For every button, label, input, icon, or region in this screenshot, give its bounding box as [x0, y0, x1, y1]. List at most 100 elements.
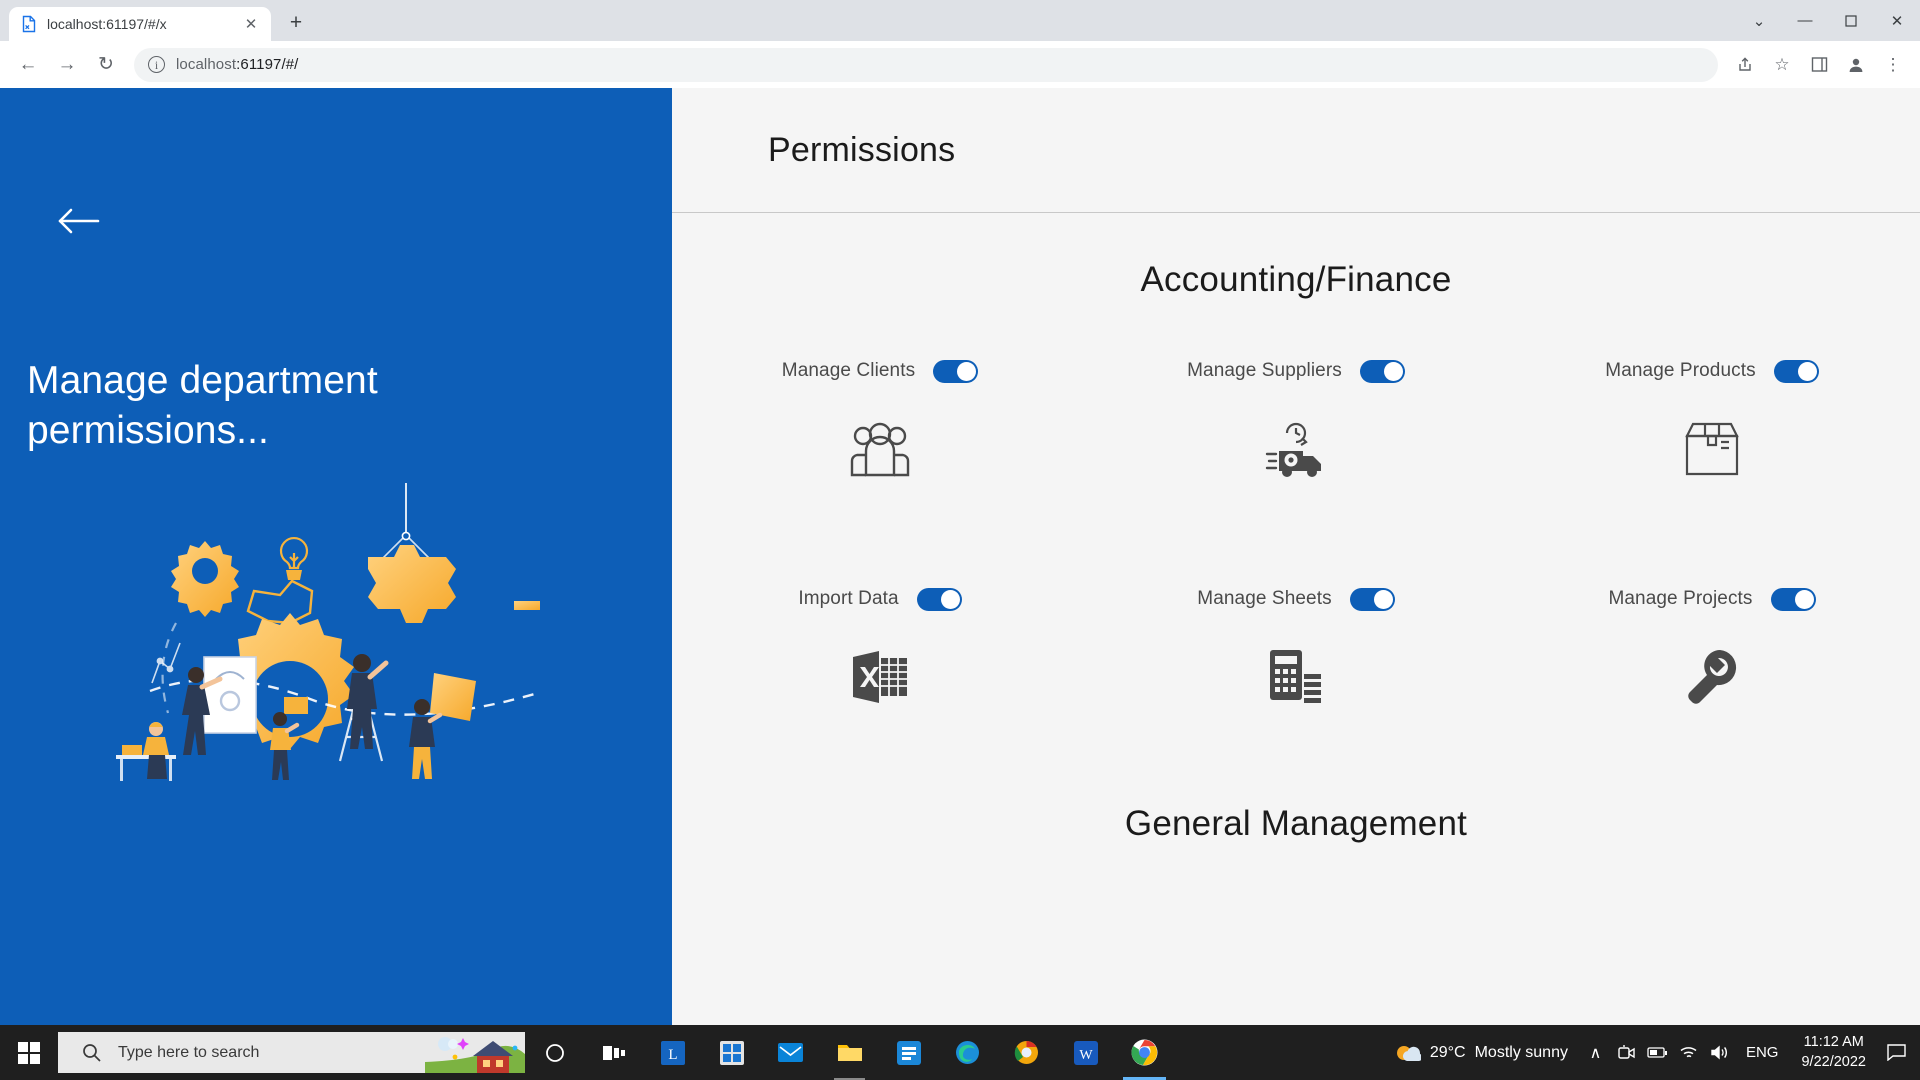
- weather-temperature: 29°C: [1429, 1043, 1466, 1061]
- cortana-icon[interactable]: [525, 1025, 584, 1080]
- search-illustration: [425, 1032, 525, 1073]
- page-title: Permissions: [768, 130, 956, 169]
- permission-item: Manage Clients: [672, 356, 1088, 480]
- mail-icon[interactable]: [761, 1025, 820, 1080]
- permissions-grid: Manage Clients Manage Suppliers Manage P…: [672, 356, 1920, 708]
- permission-item: Manage Projects: [1504, 584, 1920, 708]
- section-title-accounting: Accounting/Finance: [1140, 260, 1452, 299]
- page-viewport: Manage department permissions... Permiss…: [0, 88, 1920, 1055]
- permissions-panel: Permissions Accounting/Finance Manage Cl…: [672, 88, 1920, 1055]
- back-arrow-button[interactable]: [48, 198, 108, 244]
- url-text: localhost:61197/#/: [176, 56, 298, 73]
- permission-label: Manage Projects: [1608, 588, 1753, 609]
- microsoft-store-icon[interactable]: [702, 1025, 761, 1080]
- word-icon[interactable]: W: [1056, 1025, 1115, 1080]
- search-placeholder: Type here to search: [118, 1043, 260, 1061]
- close-tab-icon[interactable]: ✕: [240, 13, 262, 35]
- page-header: Permissions: [672, 88, 1920, 213]
- new-tab-button[interactable]: +: [279, 6, 313, 40]
- permission-label: Manage Clients: [781, 360, 916, 381]
- tab-title: localhost:61197/#/x: [47, 16, 167, 32]
- profile-icon[interactable]: [1839, 48, 1873, 82]
- chevron-down-icon[interactable]: ⌄: [1736, 0, 1782, 41]
- language-indicator[interactable]: ENG: [1735, 1044, 1790, 1061]
- toggle-knob: [1383, 361, 1403, 381]
- permission-label: Manage Sheets: [1197, 588, 1332, 609]
- browser-tab[interactable]: localhost:61197/#/x ✕: [9, 7, 271, 41]
- back-icon[interactable]: ←: [10, 47, 46, 83]
- permission-label: Import Data: [798, 588, 899, 609]
- row-spacer: [672, 480, 1088, 584]
- window-controls: ⌄ — ✕: [1736, 0, 1920, 41]
- battery-icon[interactable]: [1642, 1025, 1673, 1080]
- row-spacer: [1088, 480, 1504, 584]
- bookmark-star-icon[interactable]: ☆: [1765, 48, 1799, 82]
- browser-toolbar: ← → ↻ i localhost:61197/#/ ☆ ⋮: [0, 41, 1920, 88]
- minimize-button[interactable]: —: [1782, 0, 1828, 41]
- google-chrome-icon[interactable]: [1115, 1025, 1174, 1080]
- toggle-knob: [940, 589, 960, 609]
- file-explorer-icon[interactable]: [820, 1025, 879, 1080]
- wifi-icon[interactable]: [1673, 1025, 1704, 1080]
- svg-text:W: W: [1079, 1048, 1093, 1063]
- delivery-truck-icon: [1265, 418, 1327, 480]
- permission-item: Manage Suppliers: [1088, 356, 1504, 480]
- task-view-icon[interactable]: [584, 1025, 643, 1080]
- permission-item: Manage Sheets: [1088, 584, 1504, 708]
- toggle-knob: [1373, 589, 1393, 609]
- blue-app-icon[interactable]: [879, 1025, 938, 1080]
- weather-condition: Mostly sunny: [1474, 1043, 1568, 1061]
- section-title-general: General Management: [1124, 804, 1468, 843]
- microsoft-edge-icon[interactable]: [938, 1025, 997, 1080]
- hero-heading: Manage department permissions...: [27, 359, 378, 453]
- search-icon: [83, 1044, 101, 1062]
- weather-icon: [1396, 1045, 1421, 1061]
- search-input[interactable]: Type here to search: [58, 1032, 525, 1073]
- permission-toggle[interactable]: [933, 359, 979, 383]
- maximize-button[interactable]: [1828, 0, 1874, 41]
- permission-toggle[interactable]: [1349, 587, 1395, 611]
- share-icon[interactable]: [1728, 48, 1762, 82]
- site-info-icon[interactable]: i: [148, 56, 165, 73]
- url-host: localhost: [176, 56, 237, 73]
- page-icon: [20, 15, 38, 33]
- permission-toggle[interactable]: [1770, 587, 1816, 611]
- url-path: :61197/#/: [236, 56, 299, 73]
- side-panel-icon[interactable]: [1802, 48, 1836, 82]
- address-bar[interactable]: i localhost:61197/#/: [134, 47, 1718, 82]
- reload-icon[interactable]: ↻: [88, 47, 124, 83]
- system-tray: 29°C Mostly sunny ∧ ENG 11:12 AM 9/22/20…: [1383, 1025, 1920, 1080]
- permission-item: Manage Products: [1504, 356, 1920, 480]
- browser-menu-icon[interactable]: ⋮: [1876, 48, 1910, 82]
- permission-toggle[interactable]: [1359, 359, 1405, 383]
- chrome-canary-icon[interactable]: [997, 1025, 1056, 1080]
- permission-item: Import Data: [672, 584, 1088, 708]
- app-l-icon[interactable]: L: [643, 1025, 702, 1080]
- windows-start-icon[interactable]: [0, 1025, 58, 1080]
- clock-date: 9/22/2022: [1801, 1053, 1866, 1070]
- wrench-icon: [1684, 646, 1740, 708]
- browser-window: localhost:61197/#/x ✕ + ⌄ — ✕ ← → ↻ i lo…: [0, 0, 1920, 1055]
- permission-toggle[interactable]: [1773, 359, 1819, 383]
- weather-widget[interactable]: 29°C Mostly sunny: [1383, 1042, 1580, 1064]
- tab-strip: localhost:61197/#/x ✕ + ⌄ — ✕: [0, 0, 1920, 41]
- people-group-icon: [849, 418, 911, 480]
- notification-icon[interactable]: [1878, 1025, 1914, 1080]
- left-hero-panel: Manage department permissions...: [0, 88, 672, 1055]
- close-window-button[interactable]: ✕: [1874, 0, 1920, 41]
- show-hidden-icons-chevron[interactable]: ∧: [1580, 1025, 1611, 1080]
- teamwork-gears-illustration: [110, 483, 540, 803]
- toggle-knob: [957, 361, 977, 381]
- forward-icon[interactable]: →: [49, 47, 85, 83]
- permissions-content: Accounting/Finance Manage Clients Manage…: [672, 213, 1920, 1055]
- permission-toggle[interactable]: [916, 587, 962, 611]
- clock[interactable]: 11:12 AM 9/22/2022: [1789, 1033, 1878, 1072]
- toggle-knob: [1794, 589, 1814, 609]
- row-spacer: [1504, 480, 1920, 584]
- volume-icon[interactable]: [1704, 1025, 1735, 1080]
- permission-label: Manage Products: [1605, 360, 1756, 381]
- clock-time: 11:12 AM: [1803, 1033, 1864, 1050]
- camera-icon[interactable]: [1611, 1025, 1642, 1080]
- package-box-icon: [1683, 418, 1741, 480]
- calculator-icon: [1267, 646, 1325, 708]
